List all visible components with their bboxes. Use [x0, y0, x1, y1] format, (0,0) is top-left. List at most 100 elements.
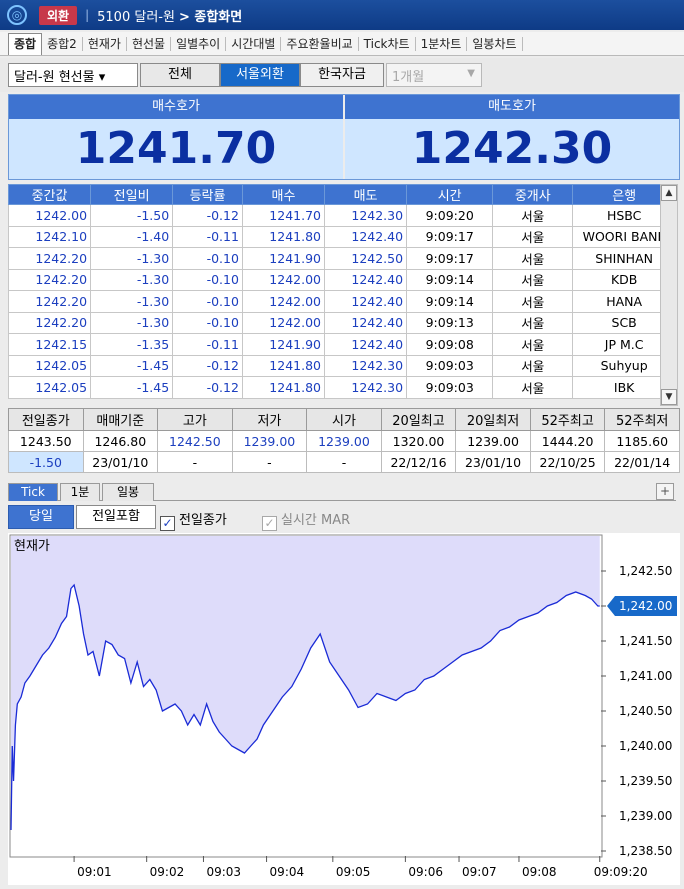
cell-high-date: - — [157, 451, 233, 473]
cell-change: -1.30 — [90, 311, 174, 334]
cell-52w-low: 1185.60 — [604, 430, 680, 452]
cell-time: 9:09:14 — [406, 268, 494, 291]
col-bid[interactable]: 매수 — [241, 184, 326, 205]
tab-daily-chart[interactable]: 일봉차트 — [467, 36, 523, 51]
period-select-value: 1개월 — [392, 70, 425, 85]
summary-table: 전일종가 매매기준 고가 저가 시가 20일최고 20일최저 52주최고 52주… — [8, 408, 680, 473]
cell-open-date: - — [306, 451, 382, 473]
cell-20d-low: 1239.00 — [455, 430, 531, 452]
chart-tab-1min[interactable]: 1분 — [60, 483, 100, 501]
tick-table: 중간값 전일비 등락률 매수 매도 시간 중개사 은행 1242.00 -1.5… — [7, 184, 676, 399]
y-tick-label: 1,242.50 — [619, 564, 672, 578]
cell-mid: 1242.05 — [7, 354, 92, 377]
col-high: 고가 — [157, 408, 233, 431]
cell-ask: 1242.40 — [323, 333, 408, 356]
prev-close-checkbox[interactable]: ✓ 전일종가 — [160, 509, 227, 531]
col-change-rate[interactable]: 등락률 — [172, 184, 243, 205]
col-52w-high: 52주최고 — [529, 408, 606, 431]
x-tick-label: 09:07 — [462, 865, 497, 879]
tick-table-header: 중간값 전일비 등락률 매수 매도 시간 중개사 은행 — [7, 184, 676, 205]
cell-time: 9:09:14 — [406, 290, 494, 313]
cell-change-rate: -0.10 — [172, 311, 243, 334]
chart-tab-daily[interactable]: 일봉 — [102, 483, 154, 501]
table-row[interactable]: 1242.05 -1.45 -0.12 1241.80 1242.30 9:09… — [7, 354, 676, 377]
tab-spot-futures[interactable]: 현선물 — [127, 36, 172, 51]
today-button[interactable]: 당일 — [8, 505, 74, 529]
chart-tab-tick[interactable]: Tick — [8, 483, 58, 501]
current-price-label: 1,242.00 — [619, 599, 672, 613]
cell-bid: 1241.90 — [241, 333, 326, 356]
table-row[interactable]: 1242.05 -1.45 -0.12 1241.80 1242.30 9:09… — [7, 376, 676, 399]
col-mid[interactable]: 중간값 — [7, 184, 92, 205]
price-chart[interactable]: 현재가 1,242.50 1,242.00 1,241.50 1,241.00 1,24… — [8, 533, 680, 885]
scroll-up-icon[interactable]: ▲ — [661, 185, 677, 201]
filter-korea-button[interactable]: 한국자금 — [300, 63, 384, 87]
cell-broker: 서울 — [492, 333, 574, 356]
cell-bid: 1241.80 — [241, 376, 326, 399]
prev-close-checkbox-label: 전일종가 — [179, 513, 227, 528]
cell-20d-low-date: 23/01/10 — [455, 451, 531, 473]
chevron-down-icon: ▾ — [98, 70, 106, 85]
col-time[interactable]: 시간 — [406, 184, 494, 205]
chart-options: 당일 전일포함 ✓ 전일종가 ✓ 실시간 MAR — [8, 503, 676, 531]
quote-panel: 매수호가 매도호가 1241.70 1242.30 — [8, 94, 680, 180]
stock-app-icon[interactable]: ◎ — [7, 5, 27, 25]
cell-change: -1.45 — [90, 376, 174, 399]
cell-52w-high: 1444.20 — [529, 430, 606, 452]
table-row[interactable]: 1242.20 -1.30 -0.10 1242.00 1242.40 9:09… — [7, 268, 676, 291]
cell-mid: 1242.10 — [7, 225, 92, 248]
tab-fx-compare[interactable]: 주요환율비교 — [281, 36, 359, 51]
realtime-mar-checkbox-label: 실시간 MAR — [281, 513, 351, 528]
cell-ask: 1242.40 — [323, 290, 408, 313]
table-row[interactable]: 1242.10 -1.40 -0.11 1241.80 1242.40 9:09… — [7, 225, 676, 248]
cell-mid: 1242.00 — [7, 204, 92, 227]
cell-time: 9:09:08 — [406, 333, 494, 356]
table-row[interactable]: 1242.20 -1.30 -0.10 1241.90 1242.50 9:09… — [7, 247, 676, 270]
summary-values-row: 1243.50 1246.80 1242.50 1239.00 1239.00 … — [8, 430, 680, 452]
tick-table-scrollbar[interactable]: ▲ ▼ — [660, 184, 678, 406]
x-tick-label: 09:02 — [150, 865, 185, 879]
realtime-mar-checkbox[interactable]: ✓ 실시간 MAR — [262, 509, 350, 531]
tab-overview2[interactable]: 종합2 — [42, 36, 83, 51]
table-row[interactable]: 1242.15 -1.35 -0.11 1241.90 1242.40 9:09… — [7, 333, 676, 356]
col-52w-low: 52주최저 — [604, 408, 680, 431]
filter-all-button[interactable]: 전체 — [140, 63, 220, 87]
tab-by-time[interactable]: 시간대별 — [226, 36, 282, 51]
tab-current-price[interactable]: 현재가 — [83, 36, 127, 51]
tab-1min-chart[interactable]: 1분차트 — [416, 36, 468, 51]
cell-time: 9:09:13 — [406, 311, 494, 334]
table-row[interactable]: 1242.20 -1.30 -0.10 1242.00 1242.40 9:09… — [7, 290, 676, 313]
table-row[interactable]: 1242.00 -1.50 -0.12 1241.70 1242.30 9:09… — [7, 204, 676, 227]
col-broker[interactable]: 중개사 — [492, 184, 574, 205]
scroll-down-icon[interactable]: ▼ — [661, 389, 677, 405]
cell-broker: 서울 — [492, 354, 574, 377]
cell-bid: 1241.90 — [241, 247, 326, 270]
col-change[interactable]: 전일비 — [90, 184, 174, 205]
tab-overview[interactable]: 종합 — [8, 32, 43, 55]
summary-header: 전일종가 매매기준 고가 저가 시가 20일최고 20일최저 52주최고 52주… — [8, 408, 680, 431]
include-prev-button[interactable]: 전일포함 — [76, 505, 156, 529]
cell-bid: 1241.70 — [241, 204, 326, 227]
bid-price: 1241.70 — [9, 119, 343, 179]
cell-change: -1.45 — [90, 354, 174, 377]
tab-tick-chart[interactable]: Tick차트 — [359, 36, 416, 51]
cell-ask: 1242.40 — [323, 311, 408, 334]
summary-dates-row: -1.50 23/01/10 - - - 22/12/16 23/01/10 2… — [8, 451, 680, 473]
filter-seoul-button[interactable]: 서울외환 — [220, 63, 300, 87]
table-row[interactable]: 1242.20 -1.30 -0.10 1242.00 1242.40 9:09… — [7, 311, 676, 334]
period-select[interactable]: 1개월 ▼ — [386, 63, 482, 87]
cell-change: -1.30 — [90, 268, 174, 291]
cell-change-rate: -0.11 — [172, 225, 243, 248]
cell-mid: 1242.20 — [7, 247, 92, 270]
y-tick-label: 1,239.00 — [619, 809, 672, 823]
instrument-select-value: 달러-원 현선물 — [14, 70, 95, 85]
cell-broker: 서울 — [492, 290, 574, 313]
add-chart-icon[interactable]: + — [656, 483, 674, 500]
cell-change: -1.35 — [90, 333, 174, 356]
cell-ask: 1242.40 — [323, 268, 408, 291]
col-ask[interactable]: 매도 — [323, 184, 408, 205]
instrument-select[interactable]: 달러-원 현선물 ▾ — [8, 63, 138, 87]
screen-name: > 종합화면 — [178, 9, 243, 25]
tab-daily-trend[interactable]: 일별추이 — [171, 36, 227, 51]
cell-change-value: -1.50 — [8, 451, 84, 473]
